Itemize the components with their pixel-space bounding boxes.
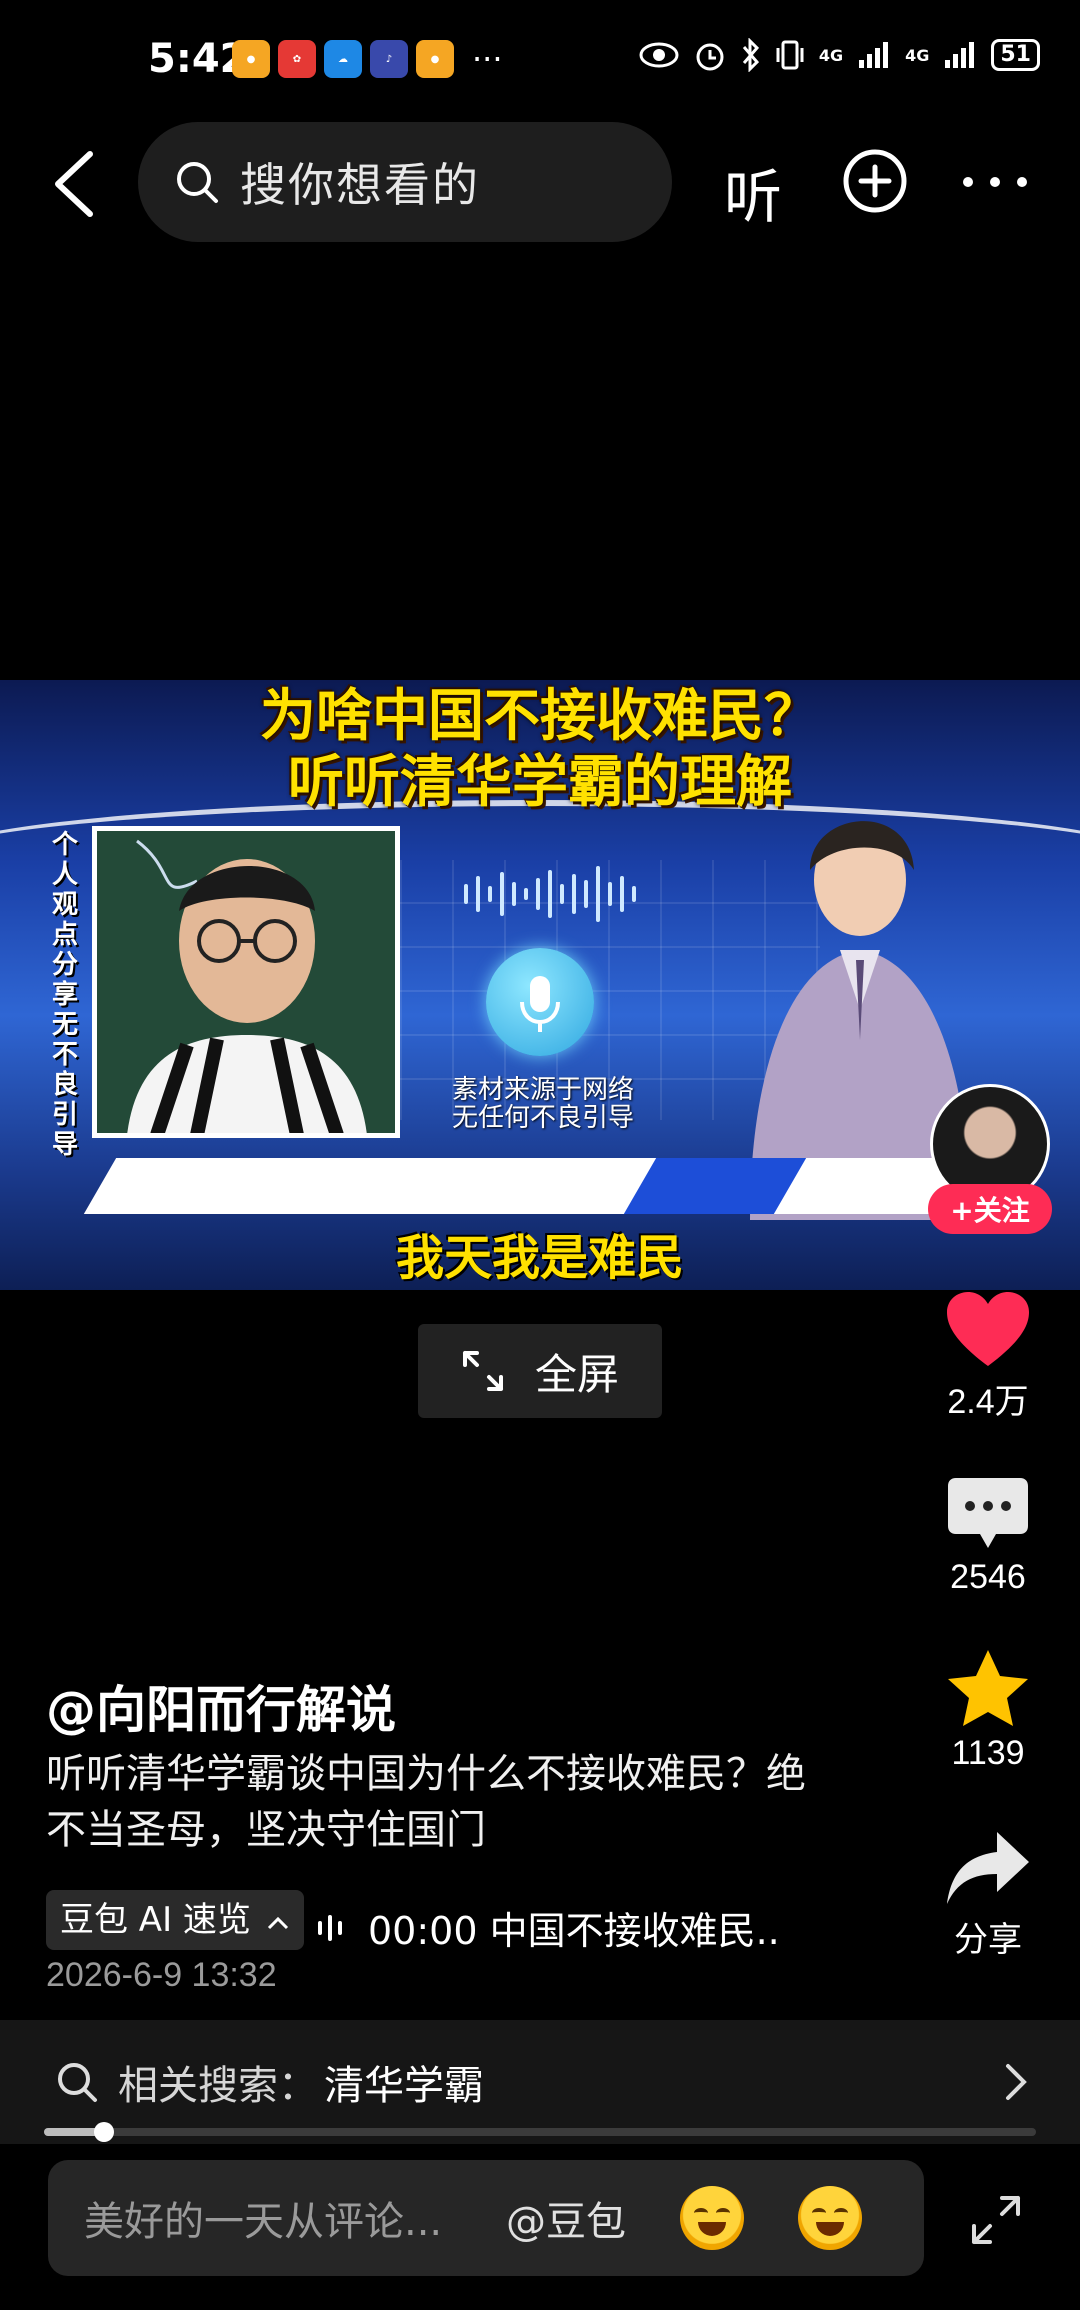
share-arrow-icon	[947, 1832, 1029, 1904]
audio-wave-graphic	[464, 866, 636, 922]
progress-handle[interactable]	[93, 2122, 114, 2142]
like-button[interactable]: 2.4万	[928, 1290, 1048, 1423]
favorite-count: 1139	[951, 1734, 1025, 1772]
video-side-disclaimer: 个人观点分享 无不良引导	[52, 830, 79, 1160]
search-placeholder: 搜你想看的	[240, 158, 480, 212]
expand-arrows-icon	[462, 1351, 503, 1391]
video-subtitle: 我天我是难民	[395, 1230, 684, 1286]
material-source-note: 素材来源于网络 无任何不良引导	[452, 1076, 634, 1132]
comment-icon	[948, 1478, 1028, 1548]
ai-summary-button[interactable]: 豆包 AI 速览	[46, 1890, 304, 1950]
follow-button[interactable]: +关注	[928, 1184, 1052, 1234]
expand-icon[interactable]	[968, 2192, 1024, 2248]
video-progress-bar[interactable]	[44, 2122, 1036, 2142]
status-more-indicator: ···	[472, 40, 503, 78]
ai-summary-label: 豆包 AI 速览	[60, 1900, 251, 1940]
bluetooth-icon	[742, 38, 759, 72]
fullscreen-label: 全屏	[534, 1349, 619, 1399]
post-date: 2026-6-9 13:32	[46, 1956, 277, 1994]
video-title-line: 听听清华学霸的理解	[288, 750, 792, 815]
video-title-line: 为啥中国不接收难民？	[260, 684, 820, 749]
signal-icon	[945, 42, 975, 68]
search-icon	[58, 2063, 97, 2102]
battery-indicator: 51	[991, 39, 1040, 71]
music-icon: ♪	[370, 40, 408, 78]
mention-doubao-button[interactable]: @豆包	[506, 2189, 626, 2247]
crying-laughing-emoji-icon[interactable]	[798, 2186, 862, 2250]
share-label: 分享	[954, 1921, 1022, 1959]
favorite-button[interactable]: 1139	[928, 1648, 1048, 1773]
audio-bars-icon	[318, 1914, 342, 1941]
like-count: 2.4万	[947, 1383, 1029, 1421]
author-name[interactable]: @向阳而行解说	[46, 1670, 396, 1742]
network-label: 4G	[905, 45, 930, 65]
video-description: 听听清华学霸谈中国为什么不接收难民？绝不当圣母，坚决守住国门	[46, 1751, 806, 1853]
comment-button[interactable]: 2546	[928, 1474, 1048, 1597]
laughing-emoji-icon[interactable]	[680, 2186, 744, 2250]
video-title-overlay: 为啥中国不接收难民？ 听听清华学霸的理解	[0, 684, 1080, 816]
lower-third-band	[83, 1158, 997, 1214]
weather-icon: ☁	[324, 40, 362, 78]
back-button[interactable]	[50, 150, 100, 218]
add-icon[interactable]	[842, 148, 908, 214]
search-icon	[177, 162, 218, 203]
comment-input-placeholder: 美好的一天从评论...	[84, 2199, 443, 2245]
ai-audio-summary[interactable]: 00:00 中国不接收难民..	[316, 1900, 780, 1955]
microphone-icon	[486, 948, 594, 1056]
material-note-line: 无任何不良引导	[452, 1103, 635, 1133]
chevron-up-icon	[267, 1916, 288, 1930]
comment-input-bar[interactable]: 美好的一天从评论... @豆包	[48, 2160, 924, 2276]
material-note-line: 素材来源于网络	[452, 1075, 635, 1105]
related-search-term: 清华学霸	[324, 2063, 484, 2109]
video-player[interactable]: 为啥中国不接收难民？ 听听清华学霸的理解 个人观点分享 无不良引导 素材来源于网…	[0, 680, 1080, 1290]
listen-button[interactable]: 听	[724, 150, 782, 234]
alarm-icon	[696, 43, 724, 71]
fullscreen-button[interactable]: 全屏	[418, 1324, 662, 1418]
related-search-bar[interactable]: 相关搜索： 清华学霸	[0, 2020, 1080, 2144]
weibo-icon: ●	[232, 40, 270, 78]
status-bar: 5:42 ● ✿ ☁ ♪ ● ··· 4G 4G 51	[0, 0, 1080, 120]
related-search-prefix: 相关搜索：	[118, 2063, 318, 2109]
huawei-icon: ✿	[278, 40, 316, 78]
comment-count: 2546	[950, 1558, 1026, 1596]
eye-icon	[639, 42, 679, 68]
ai-audio-text: 00:00 中国不接收难民..	[368, 1909, 780, 1953]
star-icon	[948, 1650, 1028, 1726]
system-status: 4G 4G 51	[639, 38, 1040, 72]
heart-icon	[947, 1292, 1029, 1366]
more-options-icon[interactable]	[960, 164, 1030, 200]
chevron-right-icon	[1006, 2064, 1027, 2100]
share-button[interactable]: 分享	[928, 1828, 1048, 1961]
weibo-icon: ●	[416, 40, 454, 78]
signal-icon	[859, 42, 889, 68]
notification-icons: ● ✿ ☁ ♪ ● ···	[232, 40, 503, 78]
network-label: 4G	[818, 45, 844, 65]
student-photo	[92, 826, 400, 1138]
vibrate-icon	[776, 40, 804, 70]
search-bar[interactable]: 搜你想看的	[138, 122, 672, 242]
